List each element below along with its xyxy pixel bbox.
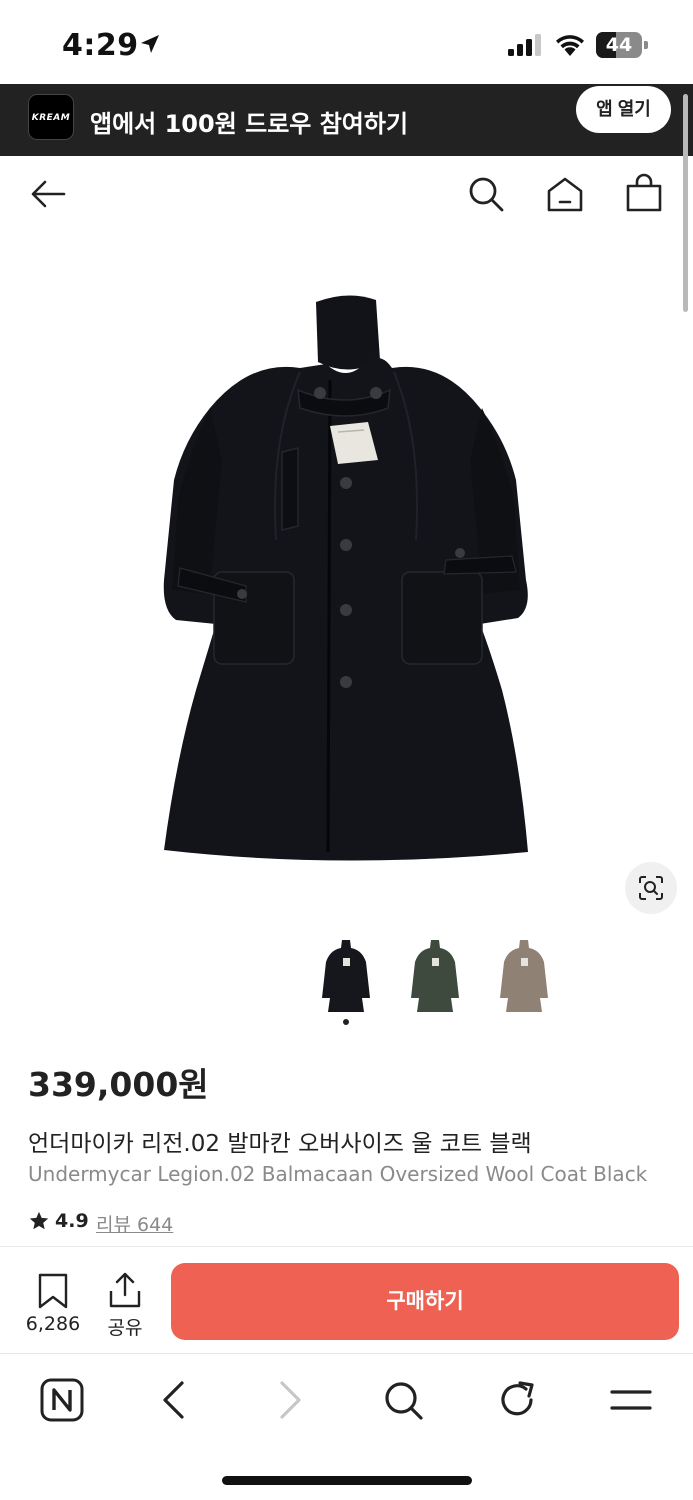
kream-logo: KREAM	[28, 94, 74, 140]
coat-image[interactable]	[150, 290, 542, 862]
page-scrollbar[interactable]	[683, 94, 688, 312]
review-count-link[interactable]: 리뷰 644	[96, 1210, 173, 1237]
open-app-button[interactable]: 앱 열기	[576, 86, 671, 133]
buy-button[interactable]: 구매하기	[171, 1263, 679, 1340]
product-name-english: Undermycar Legion.02 Balmacaan Oversized…	[28, 1162, 648, 1186]
thumbnail-black[interactable]	[316, 936, 376, 1016]
search-icon[interactable]	[380, 1377, 426, 1423]
rating-value: 4.9	[55, 1210, 89, 1232]
status-bar: 4:29 44	[0, 0, 693, 84]
battery-level: 44	[605, 34, 633, 56]
product-name-korean: 언더마이카 리전.02 발마칸 오버사이즈 울 코트 블랙	[28, 1131, 532, 1157]
lens-scan-icon	[639, 876, 663, 900]
image-search-button[interactable]	[625, 862, 677, 914]
thumbnail-strip	[0, 936, 693, 1026]
share-button[interactable]: 공유	[100, 1267, 150, 1339]
location-arrow-icon	[141, 35, 159, 53]
menu-icon[interactable]	[608, 1377, 654, 1423]
search-icon[interactable]	[466, 174, 506, 214]
banner-message: 앱에서 100원 드로우 참여하기	[90, 110, 409, 138]
forward-icon[interactable]	[266, 1377, 312, 1423]
cellular-signal-icon	[508, 34, 541, 56]
app-download-banner[interactable]: KREAM 앱에서 100원 드로우 참여하기 앱 열기	[0, 84, 693, 156]
wifi-icon	[556, 35, 584, 56]
share-icon	[109, 1272, 141, 1308]
thumbnail-beige[interactable]	[494, 936, 554, 1016]
naver-icon[interactable]	[39, 1377, 85, 1423]
star-icon	[29, 1211, 49, 1230]
shopping-bag-icon[interactable]	[624, 173, 664, 213]
browser-toolbar	[0, 1355, 693, 1500]
back-icon[interactable]	[152, 1377, 198, 1423]
selected-thumbnail-indicator	[343, 1019, 349, 1025]
share-label: 공유	[107, 1317, 143, 1339]
reload-icon[interactable]	[494, 1377, 540, 1423]
thumbnail-khaki[interactable]	[405, 936, 465, 1016]
wishlist-button[interactable]: 6,286	[20, 1267, 86, 1337]
product-price: 339,000원	[28, 1065, 209, 1104]
home-icon[interactable]	[545, 174, 585, 214]
bookmark-icon	[38, 1273, 68, 1309]
home-indicator[interactable]	[222, 1476, 472, 1485]
battery-icon: 44	[596, 32, 648, 58]
status-time: 4:29	[62, 28, 139, 63]
wishlist-count: 6,286	[25, 1313, 81, 1335]
purchase-action-bar: 6,286 공유 구매하기	[0, 1246, 693, 1354]
arrow-left-icon[interactable]	[28, 174, 68, 214]
